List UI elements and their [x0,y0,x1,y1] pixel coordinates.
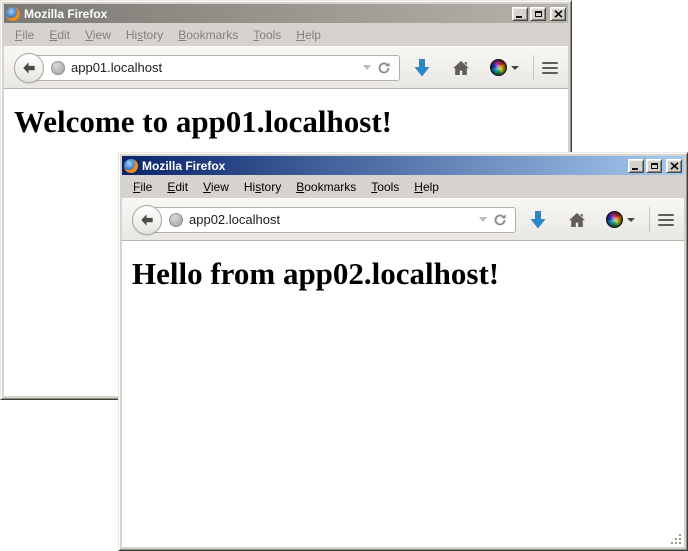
urlbar-dropdown-icon[interactable] [479,217,487,222]
menu-item-bookmarks[interactable]: Bookmarks [178,28,238,42]
close-icon [670,162,679,170]
download-button[interactable] [414,59,430,77]
caret-down-icon [511,66,519,70]
home-button[interactable] [452,60,470,76]
home-icon [568,212,586,228]
color-wheel-icon [606,211,623,228]
navigation-toolbar: app01.localhost [4,46,568,89]
menu-item-bookmarks[interactable]: Bookmarks [296,180,356,194]
hamburger-menu-icon [542,62,558,64]
menu-item-view[interactable]: View [203,180,229,194]
menu-item-tools[interactable]: Tools [253,28,281,42]
url-text[interactable]: app01.localhost [71,60,357,75]
color-wheel-icon [490,59,507,76]
browser-window-app02: Mozilla Firefox File Edit View History Bookm… [118,152,688,551]
firefox-logo-icon [124,159,138,173]
titlebar[interactable]: Mozilla Firefox [4,4,568,23]
menu-item-help[interactable]: Help [296,28,321,42]
page-content: Hello from app02.localhost! [122,241,684,547]
download-arrow-icon [530,211,546,229]
home-icon [452,60,470,76]
menu-bar: File Edit View History Bookmarks Tools Help [122,175,684,198]
url-bar[interactable]: app01.localhost [28,55,400,81]
download-arrow-icon [414,59,430,77]
maximize-button[interactable] [530,7,546,21]
window-controls [628,159,682,173]
menu-item-help[interactable]: Help [414,180,439,194]
maximize-icon [535,11,542,17]
caret-down-icon [627,218,635,222]
close-icon [554,10,563,18]
close-button[interactable] [550,7,566,21]
menu-item-file[interactable]: File [15,28,34,42]
menu-item-edit[interactable]: Edit [49,28,70,42]
page-heading: Welcome to app01.localhost! [14,104,568,140]
firefox-logo-icon [6,7,20,21]
toolbar-separator [533,55,534,80]
titlebar[interactable]: Mozilla Firefox [122,156,684,175]
menu-item-view[interactable]: View [85,28,111,42]
back-arrow-icon [140,213,154,227]
minimize-button[interactable] [628,159,644,173]
menu-item-edit[interactable]: Edit [167,180,188,194]
menu-item-history[interactable]: History [126,28,163,42]
minimize-icon [516,16,522,18]
globe-icon[interactable] [169,213,183,227]
home-button[interactable] [568,212,586,228]
url-text[interactable]: app02.localhost [189,212,473,227]
urlbar-dropdown-icon[interactable] [363,65,371,70]
toolbar-separator [649,207,650,232]
back-arrow-icon [22,61,36,75]
hamburger-menu-icon [658,214,674,216]
window-title: Mozilla Firefox [142,159,628,173]
navigation-toolbar: app02.localhost [122,198,684,241]
back-button[interactable] [14,53,44,83]
maximize-icon [651,163,658,169]
minimize-button[interactable] [512,7,528,21]
menu-panel-button[interactable] [542,62,558,74]
window-title: Mozilla Firefox [24,7,512,21]
back-button[interactable] [132,205,162,235]
reload-icon[interactable] [377,61,391,75]
reload-icon[interactable] [493,213,507,227]
maximize-button[interactable] [646,159,662,173]
menu-item-file[interactable]: File [133,180,152,194]
colorwheel-extension-button[interactable] [606,211,635,228]
menu-bar: File Edit View History Bookmarks Tools Help [4,23,568,46]
colorwheel-extension-button[interactable] [490,59,519,76]
globe-icon[interactable] [51,61,65,75]
resize-grip[interactable] [669,532,682,545]
menu-panel-button[interactable] [658,214,674,226]
menu-item-history[interactable]: History [244,180,281,194]
close-button[interactable] [666,159,682,173]
menu-item-tools[interactable]: Tools [371,180,399,194]
window-controls [512,7,566,21]
url-bar[interactable]: app02.localhost [146,207,516,233]
page-heading: Hello from app02.localhost! [132,256,684,292]
download-button[interactable] [530,211,546,229]
minimize-icon [632,168,638,170]
